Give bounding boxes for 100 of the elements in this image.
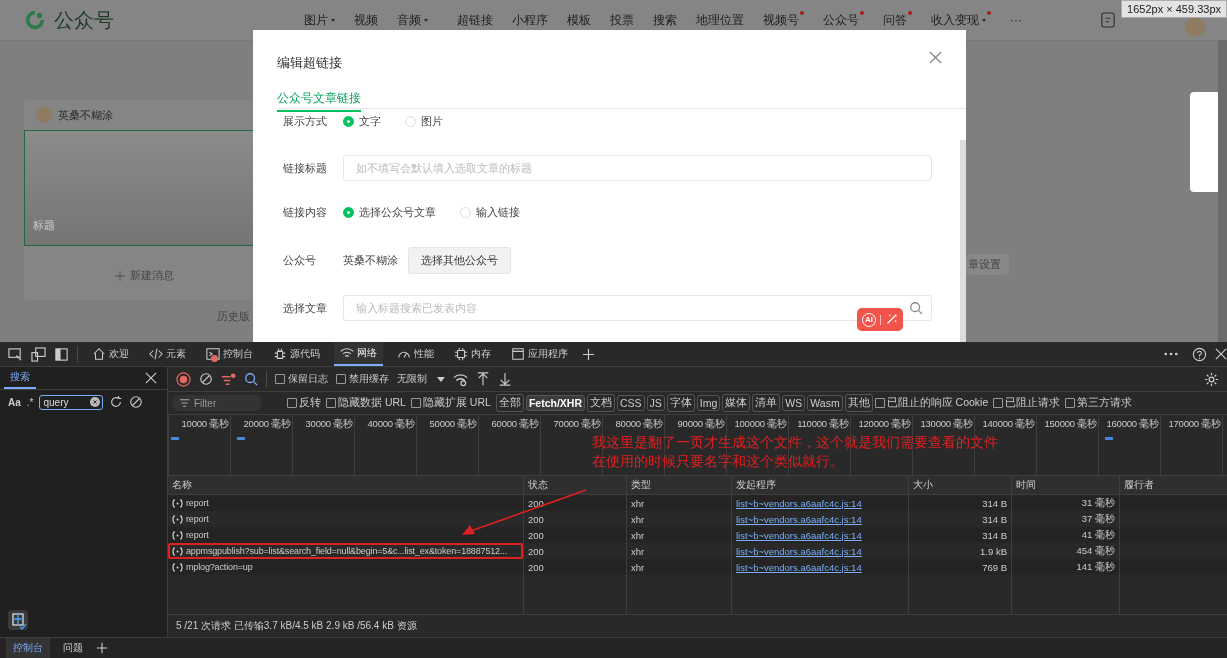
timeline-tick: 80000 毫秒 [615, 418, 663, 431]
radio-option[interactable]: 图片 [405, 113, 443, 129]
table-cell: 141 毫秒 [1012, 559, 1120, 575]
checkbox-option[interactable]: 隐藏扩展 URL [410, 396, 491, 410]
type-filter-button[interactable]: Fetch/XHR [525, 395, 585, 411]
type-filter-button[interactable]: 其他 [844, 394, 873, 412]
devtools-tab[interactable]: 性能 [391, 342, 440, 366]
toolbar-item[interactable]: 搜索 [653, 11, 677, 29]
type-filter-button[interactable]: 字体 [666, 394, 695, 412]
checkbox-option[interactable]: 已阻止的响应 Cookie [874, 396, 989, 410]
drawer-tab[interactable]: 控制台 [6, 638, 50, 658]
checkbox-option[interactable]: 禁用缓存 [336, 372, 389, 386]
column-header[interactable]: 状态 [524, 476, 627, 494]
devtools-tab[interactable]: 应用程序 [505, 342, 574, 366]
toolbar-item[interactable]: 视频号 [763, 11, 804, 29]
search-field[interactable]: query [39, 394, 104, 410]
devtools-tab[interactable]: 控制台 [200, 342, 259, 366]
table-cell: 41 毫秒 [1012, 527, 1120, 543]
request-name-text: mplog?action=up [186, 562, 253, 572]
timeline-tick: 170000 毫秒 [1168, 418, 1221, 431]
toolbar-item[interactable]: 图片 [304, 11, 335, 29]
type-filter-button[interactable]: CSS [616, 395, 645, 411]
devtools-tab[interactable]: 内存 [448, 342, 497, 366]
column-header[interactable]: 时间 [1012, 476, 1120, 494]
type-filter-button[interactable]: 媒体 [722, 394, 751, 412]
toolbar-item[interactable]: 视频 [354, 11, 378, 29]
devtools-tab[interactable]: 源代码 [267, 342, 326, 366]
timeline-tick: 70000 毫秒 [553, 418, 601, 431]
request-name-text: report [186, 530, 209, 540]
field-label: 选择文章 [283, 300, 328, 316]
table-cell: 200 [524, 559, 627, 575]
radio-option[interactable]: 输入链接 [460, 204, 520, 220]
request-name[interactable]: appmsgpublish?sub=list&search_field=null&begin=5&c...list_ex&token=18887512... [168, 543, 524, 559]
title-field[interactable]: 如不填写会默认填入选取文章的标题 [343, 155, 932, 181]
initiator-link[interactable]: list~b~vendors.a6aafc4c.js:14 [736, 497, 862, 509]
initiator-link[interactable]: list~b~vendors.a6aafc4c.js:14 [736, 513, 862, 525]
annotation-note: 我这里是翻了一页才生成这个文件，这个就是我们需要查看的文件 [592, 434, 998, 452]
timeline-tick: 120000 毫秒 [858, 418, 911, 431]
choose-account-button[interactable]: 选择其他公众号 [408, 246, 511, 274]
initiator-link[interactable]: list~b~vendors.a6aafc4c.js:14 [736, 561, 862, 573]
timeline-tick: 110000 毫秒 [797, 418, 849, 431]
toolbar-item[interactable]: 超链接 [457, 11, 493, 29]
request-name[interactable]: report [168, 495, 524, 511]
request-name[interactable]: mplog?action=up [168, 559, 524, 575]
type-filter-button[interactable]: Wasm [807, 395, 843, 411]
type-filter-button[interactable]: 文档 [586, 394, 615, 412]
type-filter-button[interactable]: 全部 [495, 394, 524, 412]
dialog-title: 编辑超链接 [277, 54, 342, 72]
column-header[interactable]: 名称 [168, 476, 524, 494]
account-name: 英桑不糊涂 [58, 107, 113, 123]
checkbox-option[interactable]: 保留日志 [275, 372, 328, 386]
checkbox-option[interactable]: 反转 [287, 396, 321, 410]
table-cell: 769 B [909, 559, 1012, 575]
checkbox-option[interactable]: 第三方请求 [1065, 396, 1133, 410]
timeline-tick: 50000 毫秒 [429, 418, 477, 431]
devtools-tab[interactable]: 欢迎 [86, 342, 135, 366]
type-filter-button[interactable]: WS [782, 395, 806, 411]
throttle-dropdown[interactable]: 无限制 [397, 372, 445, 386]
type-filter-button[interactable]: JS [646, 395, 665, 411]
checkbox-option[interactable]: 已阻止请求 [993, 396, 1061, 410]
field-label: 公众号 [283, 252, 317, 268]
column-header[interactable]: 大小 [909, 476, 1012, 494]
drawer-tab[interactable]: 问题 [56, 638, 90, 658]
toolbar-item[interactable]: 问答 [883, 11, 912, 29]
field-label: 链接内容 [283, 204, 328, 220]
table-cell: 200 [524, 495, 627, 511]
toolbar-item[interactable]: 公众号 [823, 11, 864, 29]
type-filter-button[interactable]: 清单 [752, 394, 781, 412]
match-case-button[interactable]: Aa [8, 396, 21, 408]
toolbar-item[interactable]: 投票 [610, 11, 634, 29]
toolbar-item[interactable]: 模板 [567, 11, 591, 29]
checkbox-option[interactable]: 隐藏数据 URL [326, 396, 406, 410]
timeline-tick: 150000 毫秒 [1044, 418, 1097, 431]
filter-field[interactable]: Filter [172, 395, 262, 411]
column-header[interactable]: 发起程序 [732, 476, 909, 494]
timeline-tick: 40000 毫秒 [367, 418, 415, 431]
radio-option[interactable]: 文字 [343, 113, 381, 129]
type-filter-button[interactable]: Img [696, 395, 721, 411]
initiator-link[interactable]: list~b~vendors.a6aafc4c.js:14 [736, 529, 862, 541]
timeline-tick: 20000 毫秒 [243, 418, 291, 431]
more-button[interactable]: ··· [1010, 13, 1022, 27]
toolbar-item[interactable]: 收入变现 [931, 11, 991, 29]
regex-button[interactable]: .* [26, 396, 34, 408]
devtools-tab[interactable]: 元素 [143, 342, 192, 366]
search-tab[interactable]: 搜索 [4, 367, 36, 389]
annotation-note: 在使用的时候只要名字和这个类似就行。 [592, 453, 845, 471]
toolbar-item[interactable]: 地理位置 [696, 11, 744, 29]
request-name-text: report [186, 498, 209, 508]
toolbar-item[interactable]: 小程序 [512, 11, 548, 29]
radio-option[interactable]: 选择公众号文章 [343, 204, 436, 220]
tab[interactable]: 公众号文章链接 [277, 90, 361, 112]
timeline-tick: 30000 毫秒 [305, 418, 353, 431]
toolbar-item[interactable]: 音频 [397, 11, 428, 29]
timeline-tick: 140000 毫秒 [982, 418, 1035, 431]
table-cell: 314 B [909, 527, 1012, 543]
devtools-tab[interactable]: 网络 [334, 342, 383, 366]
table-cell: 31 毫秒 [1012, 495, 1120, 511]
initiator-link[interactable]: list~b~vendors.a6aafc4c.js:14 [736, 545, 862, 557]
column-header[interactable]: 类型 [627, 476, 732, 494]
column-header[interactable]: 履行者 [1120, 476, 1227, 494]
